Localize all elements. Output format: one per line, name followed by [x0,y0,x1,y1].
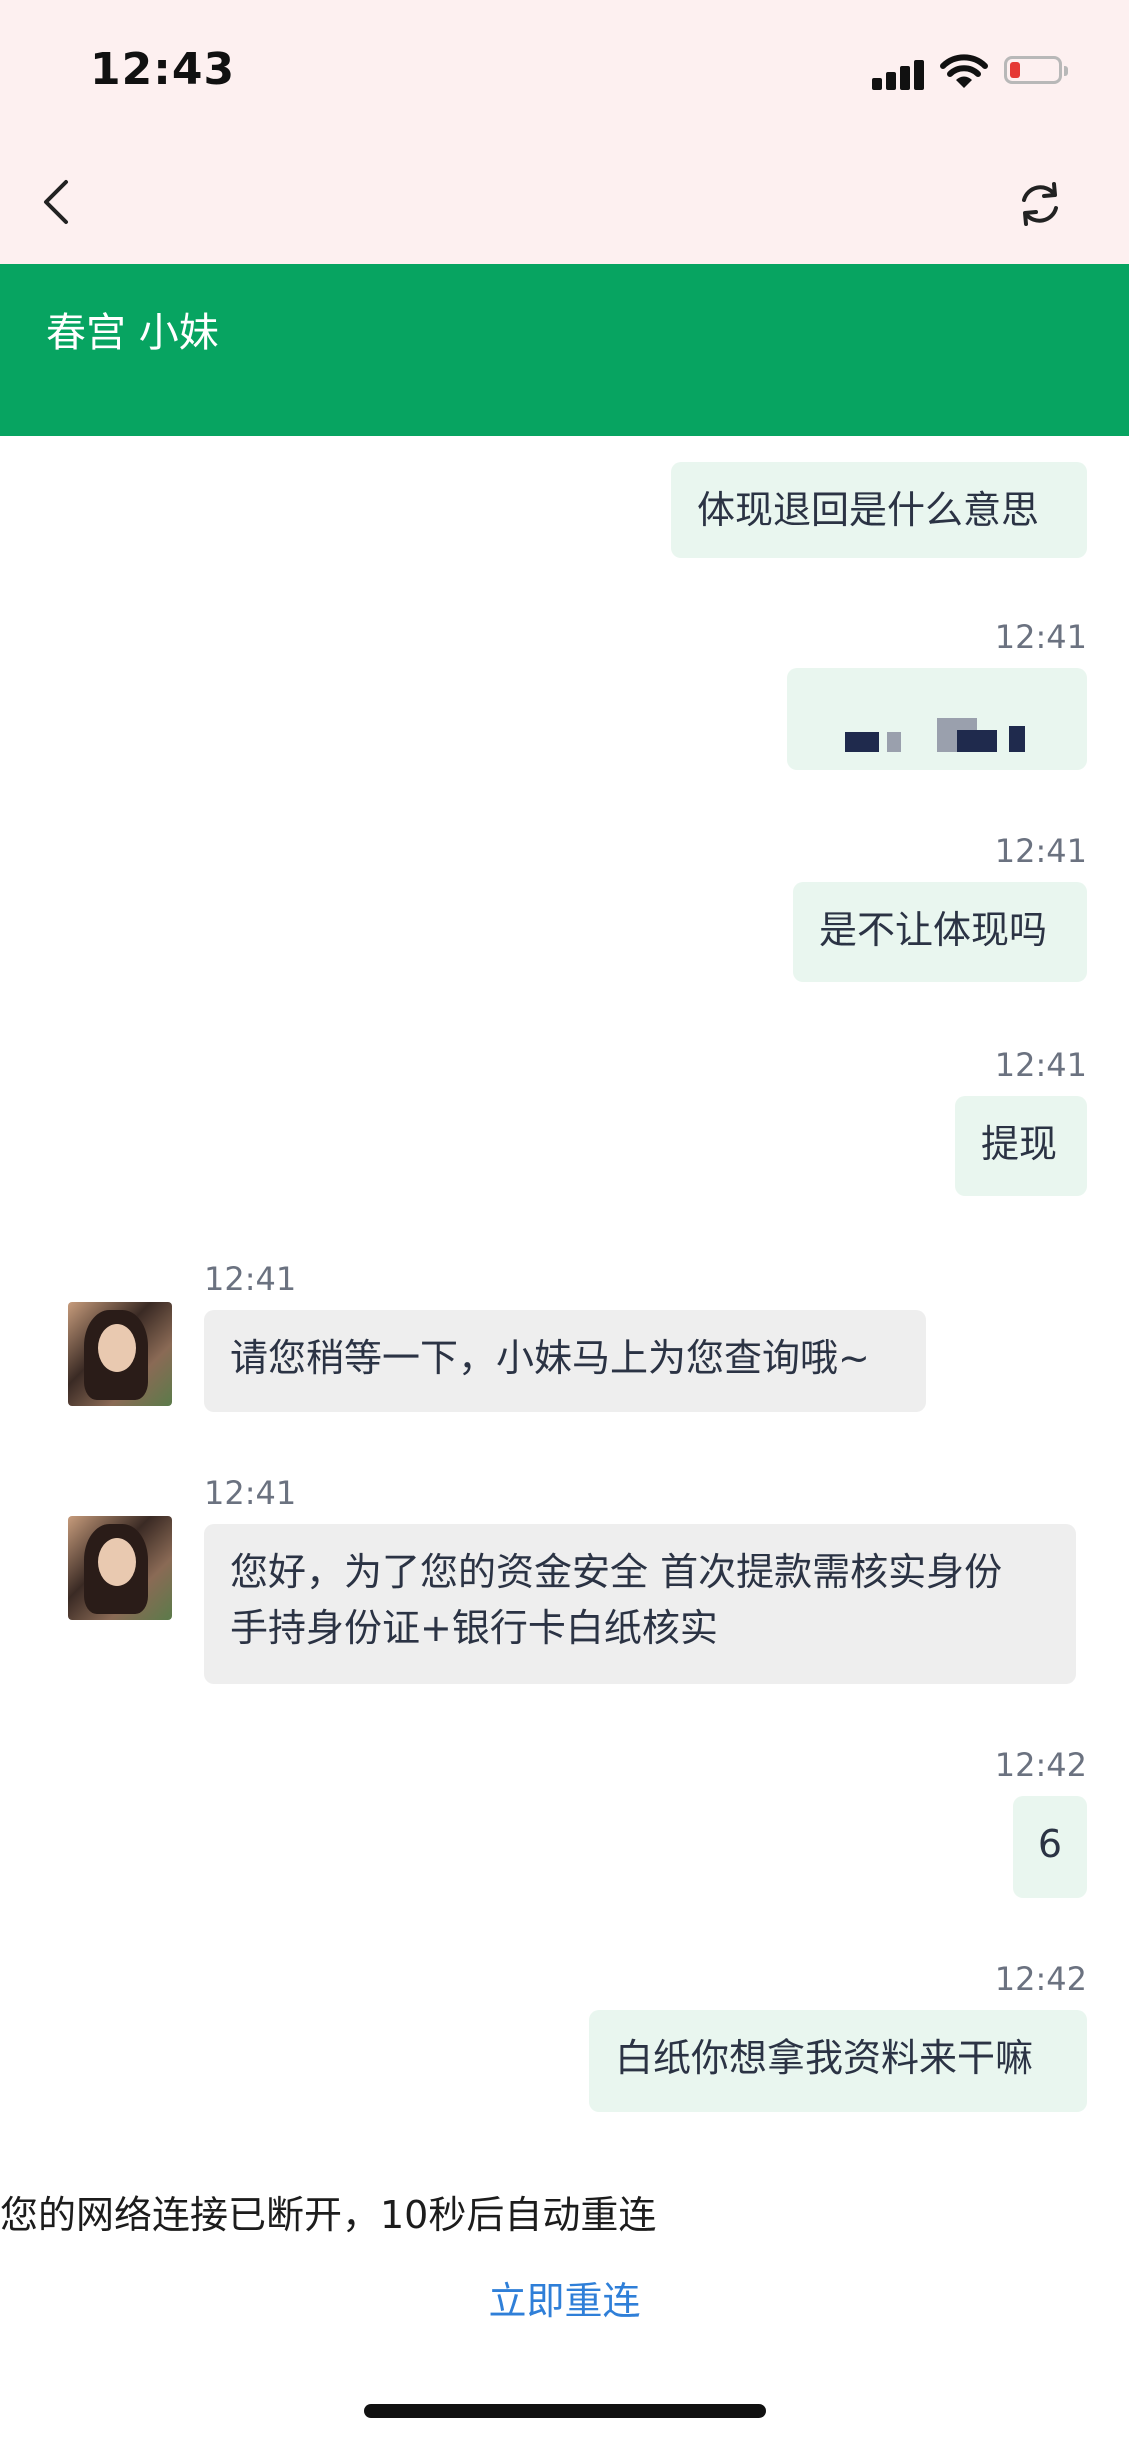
back-icon[interactable] [28,172,88,232]
agent-avatar[interactable] [68,1302,172,1406]
message-timestamp: 12:41 [204,1474,297,1512]
message-bubble-outgoing[interactable]: 白纸你想拿我资料来干嘛 [589,2010,1087,2112]
agent-avatar[interactable] [68,1516,172,1620]
message-timestamp: 12:41 [994,832,1087,870]
message-bubble-incoming[interactable]: 请您稍等一下，小妹马上为您查询哦~ [204,1310,926,1412]
network-disconnected-message: 您的网络连接已断开，10秒后自动重连 [0,2193,657,2237]
chat-message-list[interactable]: 体现退回是什么意思 12:41 12:41 是不让体现吗 12:41 提现 12… [0,436,1129,2136]
home-indicator[interactable] [364,2404,766,2418]
status-bar: 12:43 [0,0,1129,152]
message-bubble-outgoing[interactable]: 体现退回是什么意思 [671,462,1087,558]
message-image-outgoing[interactable] [787,668,1087,770]
wifi-icon [940,54,988,88]
message-timestamp: 12:42 [994,1960,1087,1998]
pixelated-image-part [887,732,901,752]
message-timestamp: 12:42 [994,1746,1087,1784]
chat-title: 春宫 小妹 [46,310,219,356]
status-time: 12:43 [90,44,236,95]
message-timestamp: 12:41 [994,618,1087,656]
navigation-bar [0,152,1129,264]
message-bubble-outgoing[interactable]: 是不让体现吗 [793,882,1087,982]
chat-header: 春宫 小妹 [0,264,1129,436]
pixelated-image-part [957,730,997,752]
refresh-icon[interactable] [1010,174,1070,234]
message-bubble-incoming[interactable]: 您好，为了您的资金安全 首次提款需核实身份 手持身份证+银行卡白纸核实 [204,1524,1076,1684]
message-timestamp: 12:41 [204,1260,297,1298]
reconnect-now-button[interactable]: 立即重连 [0,2270,1129,2325]
cellular-signal-icon [872,56,926,90]
pixelated-image-part [1009,726,1025,752]
message-bubble-outgoing[interactable]: 提现 [955,1096,1087,1196]
message-timestamp: 12:41 [994,1046,1087,1084]
message-bubble-outgoing[interactable]: 6 [1013,1796,1087,1898]
pixelated-image [845,732,879,752]
battery-icon [1004,56,1068,84]
